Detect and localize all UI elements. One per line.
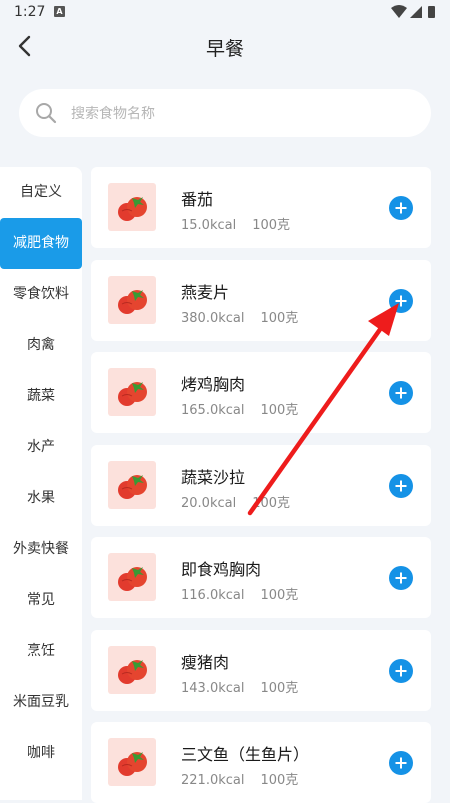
food-name: 燕麦片: [181, 283, 230, 302]
food-amount: 100克: [260, 681, 299, 696]
wifi-icon: [391, 5, 407, 18]
plus-icon: [395, 202, 407, 214]
add-button[interactable]: [389, 289, 413, 313]
sidebar-item-common[interactable]: 常见: [0, 575, 82, 626]
food-name: 瘦猪肉: [181, 653, 230, 672]
status-bar: 1:27 A: [0, 0, 450, 26]
header: 早餐: [0, 26, 450, 66]
status-icons: [391, 5, 435, 18]
sidebar-item-meat-poultry[interactable]: 肉禽: [0, 320, 82, 371]
food-amount: 100克: [252, 218, 291, 233]
food-name: 烤鸡胸肉: [181, 375, 246, 394]
food-meta: 15.0kcal 100克: [181, 214, 290, 233]
food-name: 三文鱼（生鱼片）: [181, 745, 310, 764]
sidebar-item-seafood[interactable]: 水产: [0, 422, 82, 473]
add-button[interactable]: [389, 751, 413, 775]
search-input[interactable]: [69, 99, 413, 129]
category-sidebar: 自定义 减肥食物 零食饮料 肉禽 蔬菜 水产 水果 外卖快餐 常见 烹饪 米面豆…: [0, 167, 82, 800]
food-item[interactable]: 三文鱼（生鱼片） 221.0kcal 100克: [91, 722, 431, 803]
food-amount: 100克: [260, 403, 299, 418]
plus-icon: [395, 572, 407, 584]
plus-icon: [395, 480, 407, 492]
plus-icon: [395, 295, 407, 307]
tomato-icon: [108, 183, 156, 231]
sidebar-item-coffee[interactable]: 咖啡: [0, 728, 82, 779]
search-icon: [36, 103, 57, 124]
add-button[interactable]: [389, 196, 413, 220]
food-item[interactable]: 瘦猪肉 143.0kcal 100克: [91, 630, 431, 711]
food-amount: 100克: [260, 773, 299, 788]
page-title: 早餐: [205, 38, 244, 60]
sidebar-item-cooking[interactable]: 烹饪: [0, 626, 82, 677]
food-kcal: 221.0kcal: [181, 773, 245, 788]
food-meta: 165.0kcal 100克: [181, 399, 298, 418]
sidebar-item-takeout[interactable]: 外卖快餐: [0, 524, 82, 575]
sidebar-item-custom[interactable]: 自定义: [0, 167, 82, 218]
food-item[interactable]: 蔬菜沙拉 20.0kcal 100克: [91, 445, 431, 526]
plus-icon: [395, 757, 407, 769]
food-meta: 116.0kcal 100克: [181, 584, 298, 603]
food-meta: 20.0kcal 100克: [181, 492, 290, 511]
sidebar-item-grains-dairy[interactable]: 米面豆乳: [0, 677, 82, 728]
plus-icon: [395, 387, 407, 399]
food-kcal: 165.0kcal: [181, 403, 245, 418]
battery-icon: [428, 6, 435, 18]
food-name: 蔬菜沙拉: [181, 468, 246, 487]
add-button[interactable]: [389, 659, 413, 683]
food-meta: 221.0kcal 100克: [181, 769, 298, 788]
food-item[interactable]: 即食鸡胸肉 116.0kcal 100克: [91, 537, 431, 618]
food-item[interactable]: 烤鸡胸肉 165.0kcal 100克: [91, 352, 431, 433]
tomato-icon: [108, 461, 156, 509]
tomato-icon: [108, 276, 156, 324]
food-kcal: 116.0kcal: [181, 588, 245, 603]
plus-icon: [395, 665, 407, 677]
food-meta: 380.0kcal 100克: [181, 307, 298, 326]
sidebar-item-vegetables[interactable]: 蔬菜: [0, 371, 82, 422]
add-button[interactable]: [389, 474, 413, 498]
add-button[interactable]: [389, 381, 413, 405]
food-kcal: 143.0kcal: [181, 681, 245, 696]
sidebar-item-diet-food[interactable]: 减肥食物: [0, 218, 82, 269]
tomato-icon: [108, 738, 156, 786]
food-item[interactable]: 燕麦片 380.0kcal 100克: [91, 260, 431, 341]
status-time: 1:27: [14, 4, 46, 20]
search-bar[interactable]: [19, 89, 431, 137]
sidebar-item-fruit[interactable]: 水果: [0, 473, 82, 524]
add-button[interactable]: [389, 566, 413, 590]
tomato-icon: [108, 553, 156, 601]
food-amount: 100克: [252, 496, 291, 511]
food-amount: 100克: [260, 588, 299, 603]
notification-icon: A: [54, 6, 65, 17]
food-kcal: 15.0kcal: [181, 218, 237, 233]
food-item[interactable]: 番茄 15.0kcal 100克: [91, 167, 431, 248]
sidebar-item-snacks-drinks[interactable]: 零食饮料: [0, 269, 82, 320]
food-meta: 143.0kcal 100克: [181, 677, 298, 696]
food-name: 番茄: [181, 190, 214, 209]
food-amount: 100克: [260, 311, 299, 326]
tomato-icon: [108, 368, 156, 416]
food-kcal: 380.0kcal: [181, 311, 245, 326]
tomato-icon: [108, 646, 156, 694]
food-kcal: 20.0kcal: [181, 496, 237, 511]
food-name: 即食鸡胸肉: [181, 560, 262, 579]
signal-icon: [410, 6, 422, 18]
